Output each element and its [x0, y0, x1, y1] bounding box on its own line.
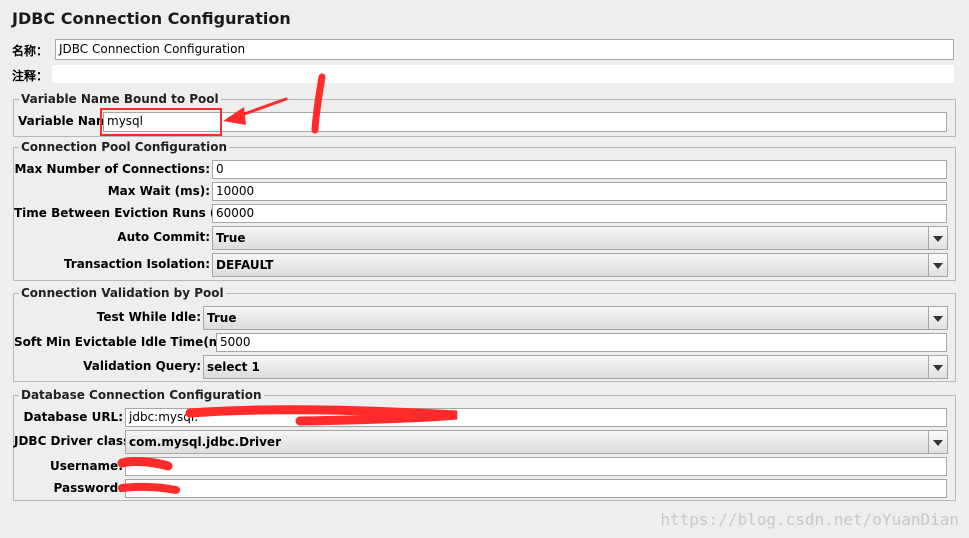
red-arrow-head	[223, 107, 246, 125]
username-redaction	[117, 457, 173, 471]
red-mark	[311, 73, 326, 134]
password-redaction	[118, 482, 180, 494]
watermark: https://blog.csdn.net/oYuanDian	[660, 510, 959, 529]
annotation-overlay	[100, 73, 458, 494]
highlight-box	[100, 108, 222, 136]
url-redaction	[185, 405, 458, 426]
